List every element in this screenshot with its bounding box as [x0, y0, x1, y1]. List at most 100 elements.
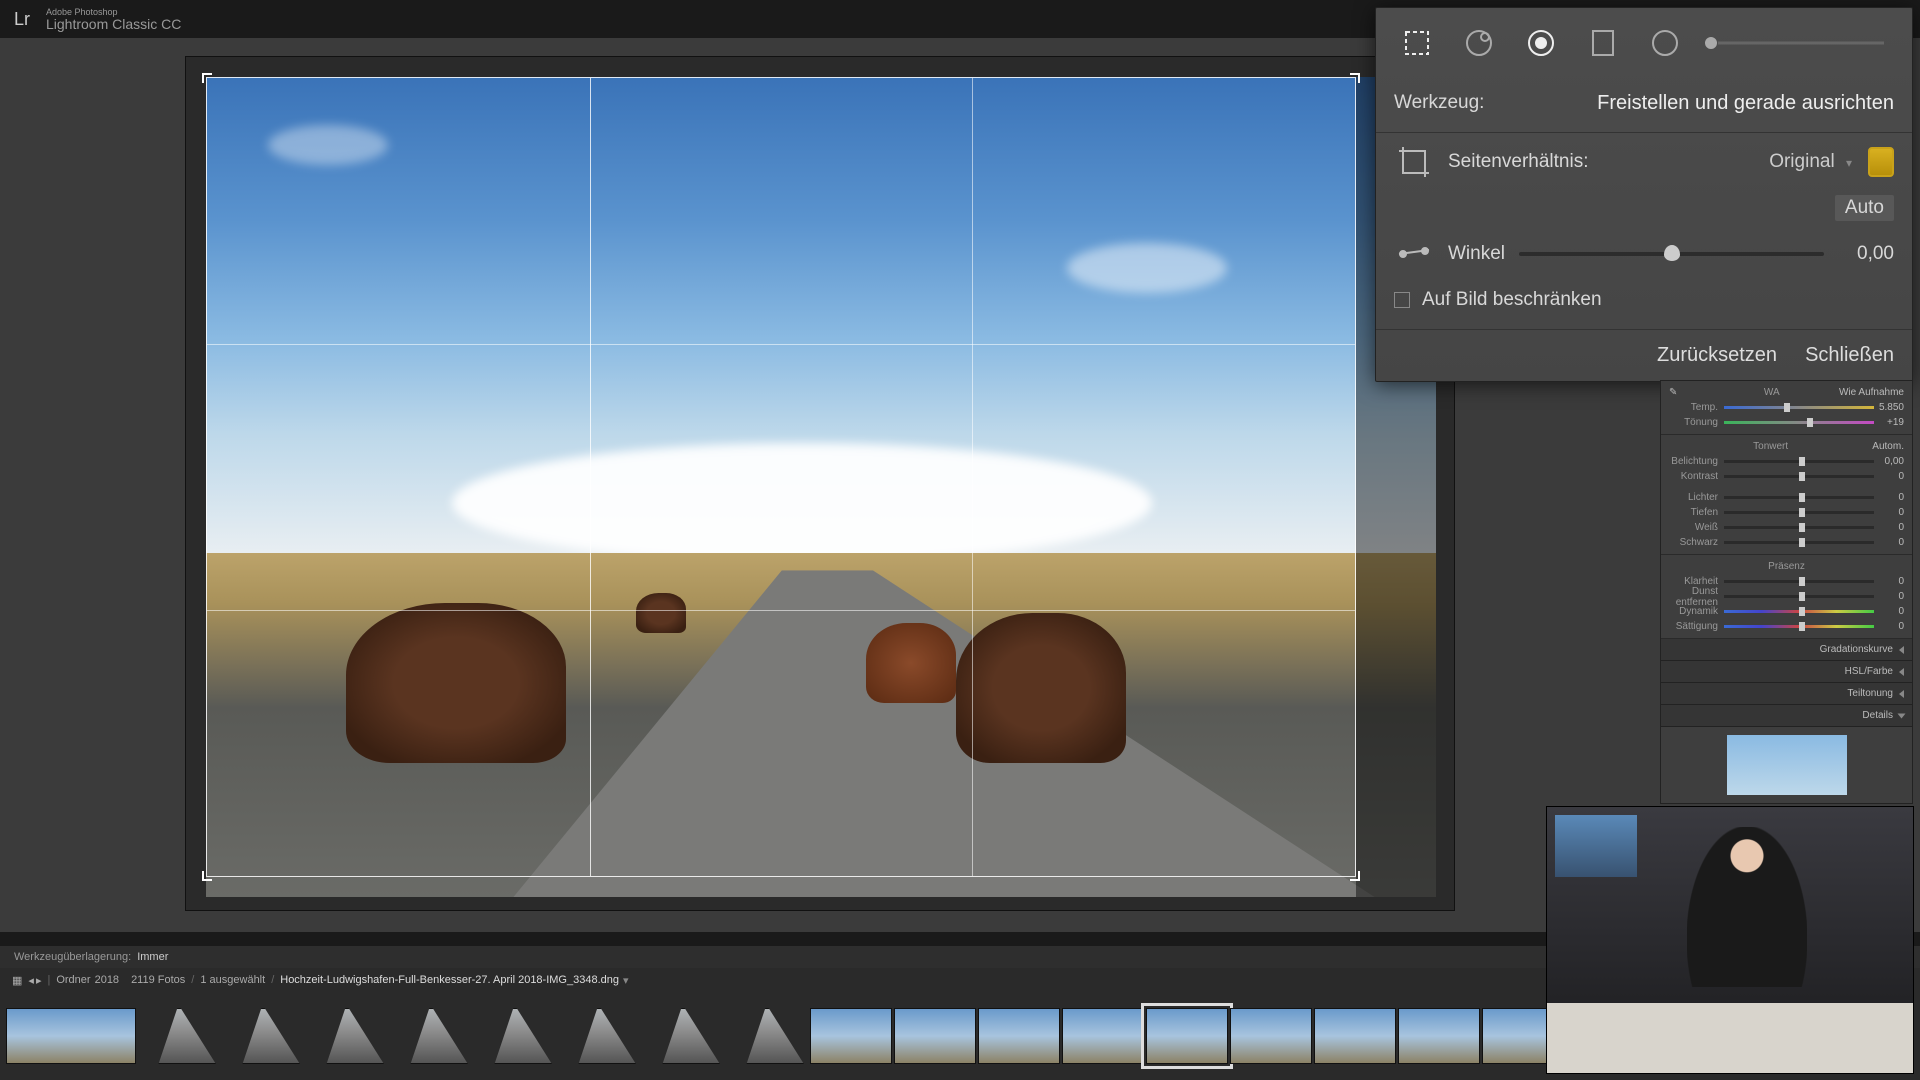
exposure-slider[interactable] [1724, 460, 1874, 463]
crop-tool-panel: Werkzeug: Freistellen und gerade ausrich… [1375, 7, 1913, 382]
aspect-label: Seitenverhältnis: [1448, 151, 1588, 173]
vibrance-value: 0 [1874, 606, 1904, 617]
highlights-label: Lichter [1669, 492, 1724, 503]
temp-label: Temp. [1669, 402, 1724, 413]
filmstrip-thumb[interactable] [222, 1008, 304, 1064]
spot-heal-icon[interactable] [1456, 20, 1502, 66]
filmstrip-thumb[interactable] [642, 1008, 724, 1064]
grid-view-icon[interactable]: ▦ [12, 974, 22, 987]
filmstrip-thumb[interactable] [894, 1008, 976, 1064]
webcam-overlay [1546, 806, 1914, 1074]
lock-icon[interactable] [1868, 147, 1894, 177]
blacks-label: Schwarz [1669, 537, 1724, 548]
whites-value: 0 [1874, 522, 1904, 533]
filmstrip-thumb[interactable] [726, 1008, 808, 1064]
contrast-slider[interactable] [1724, 475, 1874, 478]
tool-strip [1394, 20, 1894, 66]
selected-count: 1 ausgewählt [200, 974, 265, 986]
panel-split-toning[interactable]: Teiltonung [1661, 683, 1912, 705]
angle-icon[interactable] [1394, 234, 1434, 274]
panel-detail[interactable]: Details [1661, 705, 1912, 727]
detail-preview [1727, 735, 1847, 795]
photo [206, 77, 1436, 897]
shadows-label: Tiefen [1669, 507, 1724, 518]
filmstrip-thumb[interactable] [1314, 1008, 1396, 1064]
angle-slider[interactable] [1519, 252, 1824, 256]
filmstrip-thumb[interactable] [390, 1008, 472, 1064]
tint-label: Tönung [1669, 417, 1724, 428]
adjustment-brush-icon[interactable] [1704, 20, 1884, 66]
tool-label: Werkzeug: [1394, 92, 1484, 114]
saturation-slider[interactable] [1724, 625, 1874, 628]
nav-back-icon[interactable]: ◂ [28, 974, 34, 987]
filmstrip-thumb[interactable] [1146, 1008, 1228, 1064]
filmstrip-thumb[interactable] [1230, 1008, 1312, 1064]
app-name: Lightroom Classic CC [46, 17, 181, 31]
dehaze-value: 0 [1874, 591, 1904, 602]
overlay-mode-label: Werkzeugüberlagerung: [14, 951, 131, 963]
nav-fwd-icon[interactable]: ▸ [36, 974, 42, 987]
temp-slider[interactable] [1724, 406, 1874, 409]
develop-basic-panel: ✎ WA Wie Aufnahme Temp.5.850 Tönung+19 T… [1660, 380, 1913, 804]
exposure-label: Belichtung [1669, 456, 1724, 467]
reset-button[interactable]: Zurücksetzen [1657, 344, 1777, 367]
auto-tone-button[interactable]: Autom. [1872, 441, 1904, 452]
close-button[interactable]: Schließen [1805, 344, 1894, 367]
filmstrip-thumb[interactable] [558, 1008, 640, 1064]
contrast-value: 0 [1874, 471, 1904, 482]
tint-value: +19 [1874, 417, 1904, 428]
clarity-slider[interactable] [1724, 580, 1874, 583]
wb-label: WA [1731, 387, 1786, 398]
aspect-icon[interactable] [1394, 142, 1434, 182]
highlights-slider[interactable] [1724, 496, 1874, 499]
presence-header: Präsenz [1669, 559, 1904, 574]
filmstrip-thumb[interactable] [138, 1008, 220, 1064]
dehaze-slider[interactable] [1724, 595, 1874, 598]
filename-dropdown-icon[interactable]: ▾ [623, 974, 629, 987]
constrain-label: Auf Bild beschränken [1422, 289, 1602, 311]
filmstrip-thumb[interactable] [1398, 1008, 1480, 1064]
auto-straighten-button[interactable]: Auto [1835, 195, 1894, 221]
folder-value[interactable]: 2018 [95, 974, 119, 986]
angle-label: Winkel [1448, 243, 1505, 265]
saturation-value: 0 [1874, 621, 1904, 632]
shadows-slider[interactable] [1724, 511, 1874, 514]
overlay-mode-dropdown[interactable]: Immer [137, 951, 168, 963]
filmstrip-thumb[interactable] [978, 1008, 1060, 1064]
whites-slider[interactable] [1724, 526, 1874, 529]
contrast-label: Kontrast [1669, 471, 1724, 482]
panel-hsl[interactable]: HSL/Farbe [1661, 661, 1912, 683]
tone-header: Tonwert [1753, 439, 1788, 454]
clarity-value: 0 [1874, 576, 1904, 587]
angle-value: 0,00 [1838, 243, 1894, 265]
vibrance-label: Dynamik [1669, 606, 1724, 617]
exposure-value: 0,00 [1874, 456, 1904, 467]
tint-slider[interactable] [1724, 421, 1874, 424]
redeye-icon[interactable] [1518, 20, 1564, 66]
filmstrip-thumb[interactable] [1062, 1008, 1144, 1064]
panel-tone-curve[interactable]: Gradationskurve [1661, 639, 1912, 661]
app-logo: Lr [8, 5, 36, 33]
filmstrip-thumb[interactable] [810, 1008, 892, 1064]
dehaze-label: Dunst entfernen [1669, 586, 1724, 608]
graduated-filter-icon[interactable] [1580, 20, 1626, 66]
tool-name: Freistellen und gerade ausrichten [1597, 92, 1894, 115]
constrain-checkbox[interactable] [1394, 292, 1410, 308]
radial-filter-icon[interactable] [1642, 20, 1688, 66]
aspect-dropdown[interactable]: Original ▾ [1769, 151, 1852, 173]
filmstrip-thumb[interactable] [306, 1008, 388, 1064]
photo-count: 2119 Fotos [131, 974, 185, 986]
crop-icon[interactable] [1394, 20, 1440, 66]
shadows-value: 0 [1874, 507, 1904, 518]
image-canvas[interactable] [185, 56, 1455, 911]
temp-value: 5.850 [1874, 402, 1904, 413]
filmstrip-thumb[interactable] [474, 1008, 556, 1064]
filmstrip-thumb[interactable] [6, 1008, 136, 1064]
saturation-label: Sättigung [1669, 621, 1724, 632]
current-filename: Hochzeit-Ludwigshafen-Full-Benkesser-27.… [280, 974, 619, 986]
whites-label: Weiß [1669, 522, 1724, 533]
wb-mode-dropdown[interactable]: Wie Aufnahme [1839, 387, 1904, 398]
vibrance-slider[interactable] [1724, 610, 1874, 613]
blacks-value: 0 [1874, 537, 1904, 548]
blacks-slider[interactable] [1724, 541, 1874, 544]
